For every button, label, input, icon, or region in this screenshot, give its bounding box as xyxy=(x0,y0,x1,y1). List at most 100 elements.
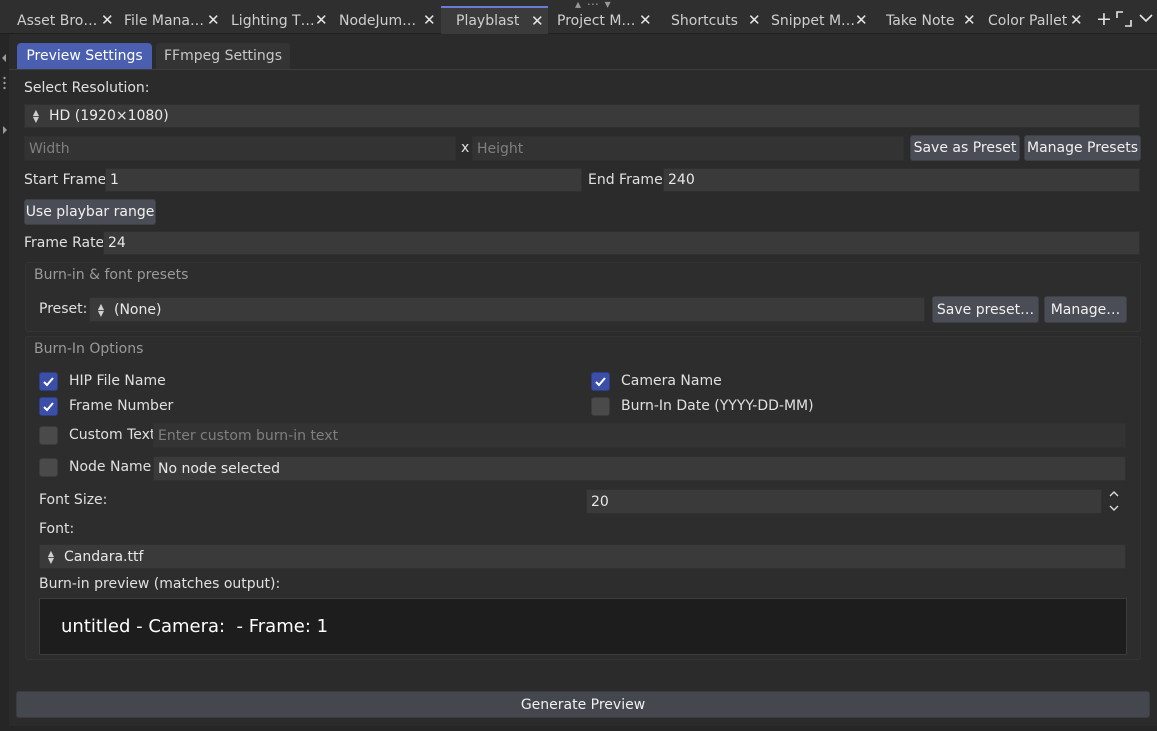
end-frame-label: End Frame: xyxy=(588,172,668,188)
hip-file-name-checkbox[interactable] xyxy=(39,372,58,391)
add-tab-icon[interactable]: + xyxy=(1096,9,1112,29)
frame-number-checkbox[interactable] xyxy=(39,397,58,416)
maximize-icon[interactable] xyxy=(1115,10,1133,33)
tab-label: Playblast xyxy=(456,13,520,29)
spin-arrows[interactable] xyxy=(1107,488,1121,516)
burnin-date-label: Burn-In Date (YYYY-DD-MM) xyxy=(621,398,814,414)
use-playbar-range-button[interactable]: Use playbar range xyxy=(24,199,156,225)
check-icon xyxy=(43,402,54,412)
preset-value: (None) xyxy=(114,301,162,318)
close-icon[interactable]: ✕ xyxy=(855,11,868,29)
camera-name-label: Camera Name xyxy=(621,373,722,389)
tab-label: Shortcuts xyxy=(671,12,738,29)
node-name-checkbox[interactable] xyxy=(39,458,58,477)
resolution-label: Select Resolution: xyxy=(24,80,150,96)
tab-color-pallet[interactable]: Color Pallet ✕ xyxy=(988,7,1084,34)
close-icon[interactable]: ✕ xyxy=(1070,11,1083,29)
font-value: Candara.ttf xyxy=(64,548,144,565)
save-preset-button[interactable]: Save preset… xyxy=(932,296,1039,323)
manage-button[interactable]: Manage… xyxy=(1044,296,1127,323)
chevron-down-icon[interactable] xyxy=(1138,10,1154,31)
frame-number-label: Frame Number xyxy=(69,398,174,414)
custom-text-placeholder: Enter custom burn-in text xyxy=(158,427,339,444)
tab-ffmpeg-settings[interactable]: FFmpeg Settings xyxy=(156,43,290,69)
burnin-preview-label: Burn-in preview (matches output): xyxy=(39,576,281,592)
panel-tab-bar: ▴ ⋯ ▾ Asset Bro… ✕ File Mana… ✕ Lighting… xyxy=(0,0,1157,34)
close-icon[interactable]: ✕ xyxy=(315,11,328,29)
chevron-down-icon[interactable] xyxy=(1107,502,1121,514)
resolution-value: HD (1920×1080) xyxy=(49,108,169,124)
tab-label: Take Note xyxy=(886,12,955,29)
tab-take-note[interactable]: Take Note ✕ xyxy=(886,7,976,34)
camera-name-checkbox[interactable] xyxy=(591,372,610,391)
hip-file-name-label: HIP File Name xyxy=(69,373,166,389)
font-label: Font: xyxy=(39,521,75,537)
burnin-preview-text: untitled - Camera: - Frame: 1 xyxy=(61,616,329,637)
height-placeholder: Height xyxy=(477,140,524,157)
tab-label: Snippet M… xyxy=(771,12,856,29)
tab-label: NodeJum… xyxy=(339,12,417,29)
tab-shortcuts[interactable]: Shortcuts ✕ xyxy=(671,7,761,34)
node-name-label: Node Name xyxy=(69,459,152,475)
custom-text-label: Custom Text xyxy=(69,427,156,443)
frame-rate-input[interactable]: 24 xyxy=(103,231,1140,255)
divider xyxy=(9,69,1157,70)
tab-label: Project M… xyxy=(557,12,636,29)
node-name-field[interactable]: No node selected xyxy=(153,456,1126,481)
dimension-separator: x xyxy=(461,140,470,156)
font-size-value: 20 xyxy=(591,493,609,510)
start-frame-input[interactable]: 1 xyxy=(105,168,582,192)
start-frame-value: 1 xyxy=(110,172,119,188)
up-down-arrows-icon: ▲ ▼ xyxy=(97,301,105,318)
custom-text-input[interactable]: Enter custom burn-in text xyxy=(153,423,1126,448)
tab-preview-settings[interactable]: Preview Settings xyxy=(17,43,152,69)
height-input[interactable]: Height xyxy=(472,136,904,161)
burnin-date-checkbox[interactable] xyxy=(591,397,610,416)
preset-select[interactable]: ▲ ▼ (None) xyxy=(89,297,925,322)
font-select[interactable]: ▲ ▼ Candara.ttf xyxy=(39,544,1126,569)
close-icon[interactable]: ✕ xyxy=(748,11,761,29)
end-frame-input[interactable]: 240 xyxy=(663,168,1140,192)
node-name-value: No node selected xyxy=(158,460,280,477)
bottom-border xyxy=(0,726,1157,731)
tab-lighting-tools[interactable]: Lighting T… ✕ xyxy=(231,7,334,34)
close-icon[interactable]: ✕ xyxy=(531,12,544,30)
tab-project-manager[interactable]: Project M… ✕ xyxy=(557,7,657,34)
burnin-preview: untitled - Camera: - Frame: 1 xyxy=(39,598,1127,655)
custom-text-checkbox[interactable] xyxy=(39,426,58,445)
burnin-presets-title: Burn-in & font presets xyxy=(34,267,189,283)
side-dock-strip[interactable] xyxy=(0,34,9,731)
save-as-preset-button[interactable]: Save as Preset xyxy=(910,135,1020,161)
close-icon[interactable]: ✕ xyxy=(101,11,114,29)
up-down-arrows-icon: ▲ ▼ xyxy=(32,108,40,124)
width-input[interactable]: Width xyxy=(24,136,456,161)
tab-snippet-manager[interactable]: Snippet M… ✕ xyxy=(771,7,868,34)
tab-label: Color Pallet xyxy=(988,12,1068,29)
font-size-spinbox[interactable]: 20 xyxy=(586,489,1102,514)
tab-nodejumper[interactable]: NodeJum… ✕ xyxy=(339,7,439,34)
end-frame-value: 240 xyxy=(668,172,695,188)
close-icon[interactable]: ✕ xyxy=(639,11,652,29)
font-size-label: Font Size: xyxy=(39,492,108,508)
close-icon[interactable]: ✕ xyxy=(423,11,436,29)
tab-asset-browser[interactable]: Asset Bro… ✕ xyxy=(17,7,120,34)
chevron-up-icon[interactable] xyxy=(1107,488,1121,500)
width-placeholder: Width xyxy=(29,140,70,157)
tab-playblast[interactable]: Playblast ✕ xyxy=(441,6,548,34)
up-down-arrows-icon: ▲ ▼ xyxy=(47,548,55,565)
resolution-select[interactable]: ▲ ▼ HD (1920×1080) xyxy=(24,104,1140,128)
burnin-options-title: Burn-In Options xyxy=(34,341,144,357)
check-icon xyxy=(43,377,54,387)
tab-label: File Mana… xyxy=(124,12,204,29)
frame-rate-label: Frame Rate: xyxy=(24,235,109,251)
close-icon[interactable]: ✕ xyxy=(963,11,976,29)
close-icon[interactable]: ✕ xyxy=(207,11,220,29)
manage-presets-button[interactable]: Manage Presets xyxy=(1024,135,1141,161)
tab-label: Asset Bro… xyxy=(17,12,98,29)
tab-label: Lighting T… xyxy=(231,12,315,29)
tab-file-manager[interactable]: File Mana… ✕ xyxy=(124,7,227,34)
start-frame-label: Start Frame: xyxy=(24,172,111,188)
preset-label: Preset: xyxy=(39,301,88,317)
frame-rate-value: 24 xyxy=(108,235,126,251)
generate-preview-button[interactable]: Generate Preview xyxy=(16,691,1150,718)
